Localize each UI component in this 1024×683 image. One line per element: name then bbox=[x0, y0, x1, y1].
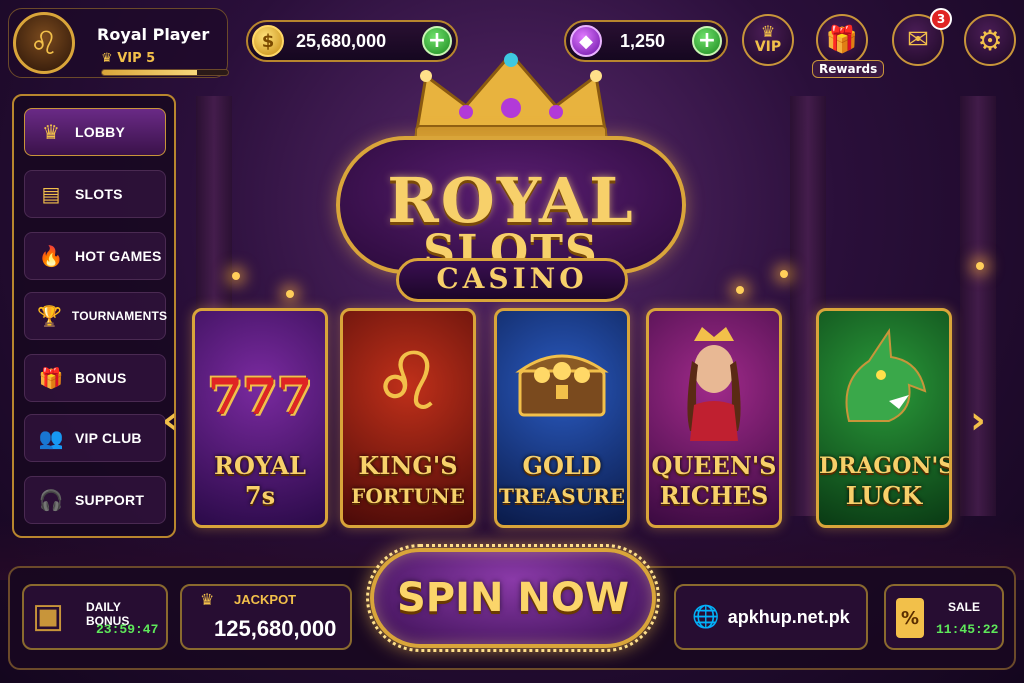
game-title-line2: FORTUNE bbox=[351, 484, 465, 508]
sale-panel[interactable]: % SALE 11:45:22 bbox=[884, 584, 1004, 650]
slot-machine-icon: ▤ bbox=[41, 182, 61, 206]
player-profile[interactable]: ♌ Royal Player ♛ VIP 5 bbox=[8, 8, 229, 78]
background-candle bbox=[976, 262, 984, 270]
casino-logo: ROYAL SLOTS CASINO bbox=[296, 46, 726, 304]
sidebar-item-label: BONUS bbox=[75, 370, 127, 386]
vip-button-label: VIP bbox=[754, 39, 782, 55]
globe-icon: 🌐 bbox=[692, 604, 720, 630]
flame-icon: 🔥 bbox=[38, 244, 64, 268]
daily-bonus-timer: 23:59:47 bbox=[96, 622, 159, 637]
game-card-royal-7s[interactable]: 777 ROYAL 7s bbox=[192, 308, 328, 528]
vip-level: ♛ VIP 5 bbox=[101, 51, 155, 66]
dragon-icon bbox=[845, 328, 927, 422]
users-icon: 👥 bbox=[38, 426, 64, 450]
sale-label: SALE bbox=[948, 600, 981, 614]
envelope-icon: ✉ bbox=[907, 25, 929, 55]
sale-timer: 11:45:22 bbox=[936, 622, 999, 637]
crown-icon: ♛ bbox=[760, 22, 776, 41]
sidebar-item-bonus[interactable]: 🎁 BONUS bbox=[24, 354, 166, 402]
game-title: KING'S FORTUNE bbox=[343, 451, 473, 511]
sidebar-item-slots[interactable]: ▤ SLOTS bbox=[24, 170, 166, 218]
avatar[interactable]: ♌ bbox=[13, 12, 75, 74]
settings-button[interactable]: ⚙ bbox=[964, 14, 1016, 66]
vip-level-label: VIP 5 bbox=[117, 51, 156, 66]
gift-icon: 🎁 bbox=[825, 25, 859, 55]
crown-icon: ♛ bbox=[42, 120, 60, 144]
sidebar-item-label: LOBBY bbox=[75, 124, 125, 140]
carousel-prev-arrow[interactable]: ‹ bbox=[158, 398, 182, 442]
game-title-line1: ROYAL bbox=[214, 451, 306, 480]
game-title: QUEEN'S RICHES bbox=[649, 451, 779, 511]
gear-icon: ⚙ bbox=[977, 23, 1003, 57]
treasure-chest-icon bbox=[515, 354, 609, 417]
trophy-icon: 🏆 bbox=[37, 304, 62, 328]
game-art: ♌ bbox=[343, 311, 473, 451]
website-link[interactable]: 🌐 apkhup.net.pk bbox=[674, 584, 868, 650]
game-title-line1: DRAGON'S bbox=[819, 453, 952, 479]
logo-title-casino: CASINO bbox=[436, 262, 588, 295]
spin-now-button[interactable]: SPIN NOW bbox=[366, 544, 660, 652]
game-card-kings-fortune[interactable]: ♌ KING'S FORTUNE bbox=[340, 308, 476, 528]
jackpot-label: JACKPOT bbox=[234, 592, 297, 607]
game-card-dragons-luck[interactable]: DRAGON'S LUCK bbox=[816, 308, 952, 528]
coin-icon: $ bbox=[252, 25, 284, 57]
gift-icon: 🎁 bbox=[38, 366, 64, 390]
game-title: DRAGON'S LUCK bbox=[819, 451, 949, 511]
background-candle bbox=[286, 290, 294, 298]
carousel-next-arrow[interactable]: › bbox=[966, 398, 990, 442]
sidebar-item-hot-games[interactable]: 🔥 HOT GAMES bbox=[24, 232, 166, 280]
game-title: ROYAL 7s bbox=[195, 451, 325, 511]
sidebar-item-support[interactable]: 🎧 SUPPORT bbox=[24, 476, 166, 524]
spin-now-label: SPIN NOW bbox=[396, 575, 629, 621]
sidebar-item-label: VIP CLUB bbox=[75, 430, 142, 446]
game-art bbox=[497, 311, 627, 451]
game-art bbox=[819, 311, 949, 451]
background-candle bbox=[780, 270, 788, 278]
jackpot-value: 125,680,000 bbox=[214, 616, 337, 641]
game-card-gold-treasure[interactable]: GOLD TREASURE bbox=[494, 308, 630, 528]
game-title-line2: 7s bbox=[244, 481, 276, 510]
game-art bbox=[649, 311, 779, 451]
lion-icon: ♌ bbox=[29, 24, 59, 62]
headset-icon: 🎧 bbox=[38, 488, 64, 512]
xp-progress-fill bbox=[102, 70, 197, 75]
sidebar-item-label: SLOTS bbox=[75, 186, 123, 202]
rewards-button[interactable]: 🎁 bbox=[816, 14, 868, 66]
lion-icon: ♌ bbox=[372, 334, 444, 428]
vip-button[interactable]: ♛ VIP bbox=[742, 14, 794, 66]
sidebar-item-lobby[interactable]: ♛ LOBBY bbox=[24, 108, 166, 156]
crown-icon bbox=[414, 51, 608, 143]
background-candle bbox=[232, 272, 240, 280]
game-title-line1: QUEEN'S bbox=[651, 451, 777, 480]
sidebar-item-label: TOURNAMENTS bbox=[71, 309, 168, 323]
background-pillar bbox=[960, 96, 996, 516]
game-title-line1: GOLD bbox=[522, 451, 602, 480]
treasure-chest-icon: ▣ bbox=[32, 596, 65, 636]
game-card-queens-riches[interactable]: QUEEN'S RICHES bbox=[646, 308, 782, 528]
background-candle bbox=[736, 286, 744, 294]
game-title: GOLD TREASURE bbox=[497, 451, 627, 511]
sevens-art: 777 bbox=[207, 366, 313, 426]
game-title-line1: KING'S bbox=[358, 451, 458, 480]
crown-icon: ♛ bbox=[200, 590, 215, 609]
game-title-line2: RICHES bbox=[659, 481, 769, 510]
sale-tag-icon: % bbox=[896, 598, 924, 638]
player-name: Royal Player bbox=[97, 25, 210, 44]
sidebar-item-label: HOT GAMES bbox=[75, 248, 162, 264]
sidebar-item-tournaments[interactable]: 🏆 TOURNAMENTS bbox=[24, 292, 168, 340]
sidebar-nav: ♛ LOBBY ▤ SLOTS 🔥 HOT GAMES 🏆 TOURNAMENT… bbox=[12, 94, 176, 538]
mail-notification-badge: 3 bbox=[930, 8, 952, 30]
game-title-line2: TREASURE bbox=[498, 484, 625, 508]
game-title-line2: LUCK bbox=[845, 481, 923, 510]
website-text: apkhup.net.pk bbox=[727, 606, 850, 627]
sidebar-item-vip-club[interactable]: 👥 VIP CLUB bbox=[24, 414, 166, 462]
game-art: 777 bbox=[195, 311, 325, 451]
xp-progress-bar bbox=[101, 69, 229, 76]
daily-bonus-panel[interactable]: ▣ DAILY BONUS 23:59:47 bbox=[22, 584, 168, 650]
crown-icon: ♛ bbox=[101, 51, 113, 66]
sidebar-item-label: SUPPORT bbox=[75, 492, 145, 508]
queen-icon bbox=[687, 327, 741, 441]
rewards-label: Rewards bbox=[812, 60, 885, 78]
